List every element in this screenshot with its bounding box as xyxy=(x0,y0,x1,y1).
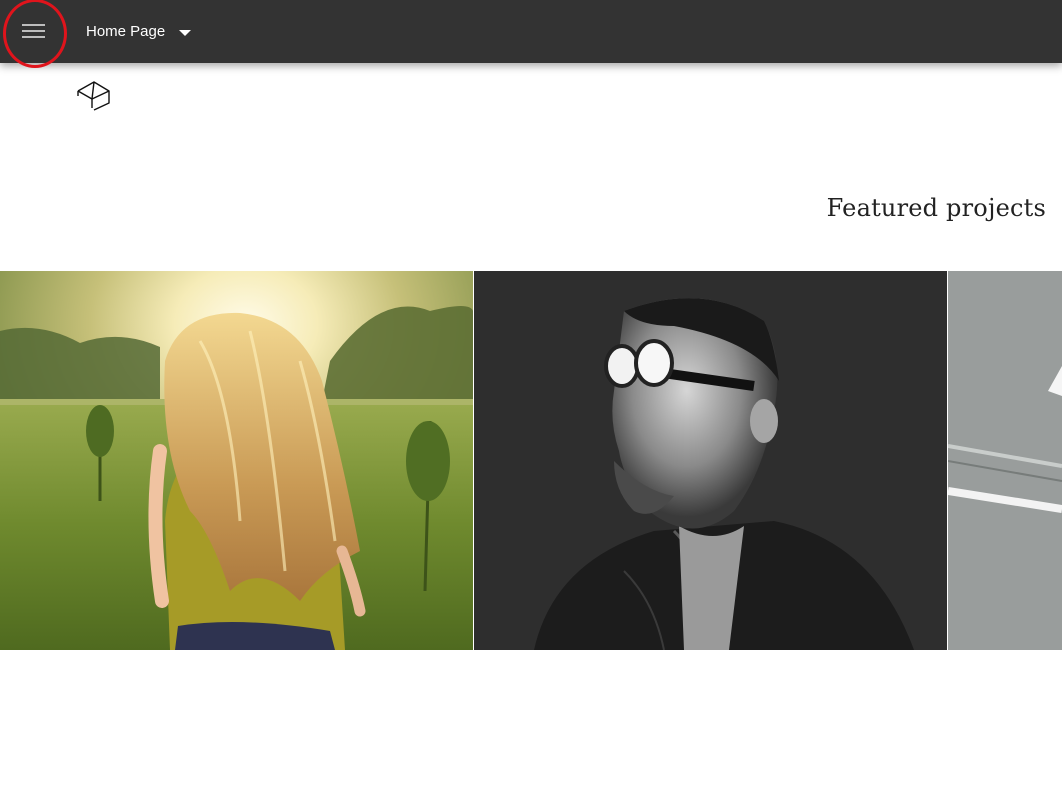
project-card-1[interactable] xyxy=(0,271,473,650)
project-card-3[interactable] xyxy=(948,271,1062,650)
woman-in-sunlit-field-photo xyxy=(0,271,473,650)
brand-logo-icon[interactable] xyxy=(76,74,112,112)
top-navigation-bar: Home Page xyxy=(0,0,1062,68)
page-selector-dropdown[interactable]: Home Page xyxy=(86,0,192,63)
page-selector-label: Home Page xyxy=(86,23,166,40)
project-card-2[interactable] xyxy=(474,271,947,650)
man-with-goggles-bw-photo xyxy=(474,271,947,650)
featured-projects-gallery xyxy=(0,271,1062,650)
featured-projects-heading: Featured projects xyxy=(826,194,1046,222)
caret-down-icon xyxy=(179,29,192,36)
road-markings-photo xyxy=(948,271,1062,650)
hamburger-menu-icon xyxy=(22,24,45,38)
hamburger-menu-button[interactable] xyxy=(14,14,54,48)
